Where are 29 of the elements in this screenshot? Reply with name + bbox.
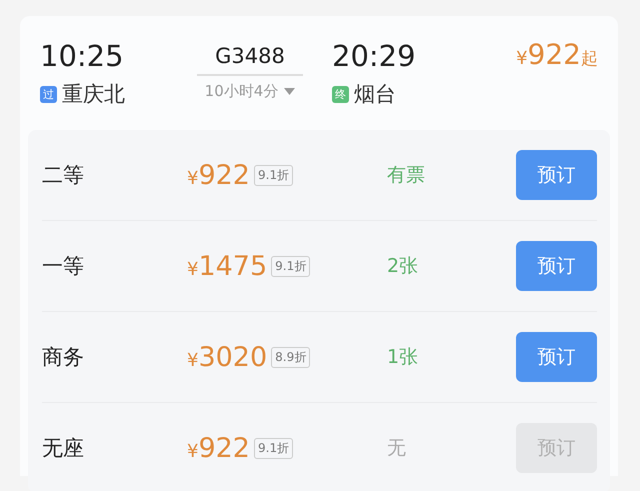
seat-price: ¥3020 — [187, 342, 268, 372]
book-button[interactable]: 预订 — [516, 150, 597, 200]
seat-price: ¥1475 — [187, 250, 268, 282]
ticket-availability: 1张 — [387, 345, 420, 370]
arrival-time: 20:29 — [331, 38, 417, 74]
caret-icon — [284, 88, 296, 95]
departure-time: 10:25 — [40, 38, 125, 74]
starting-price: ¥922起 — [515, 38, 598, 73]
seat-class: 商务 — [42, 344, 85, 371]
seat-class: 一等 — [42, 253, 85, 280]
ticket-availability: 2张 — [387, 254, 420, 279]
seat-price: ¥922 — [187, 160, 250, 190]
book-button[interactable]: 预订 — [516, 332, 597, 382]
seat-class: 二等 — [42, 162, 85, 189]
discount-badge: 9.1折 — [254, 438, 294, 458]
departure-station: 重庆北 — [62, 81, 125, 108]
pass-through-badge: 过 — [40, 86, 57, 102]
ticket-availability: 无 — [387, 436, 407, 461]
book-button[interactable]: 预订 — [516, 241, 597, 291]
arrival-station: 烟台 — [354, 81, 396, 108]
discount-badge: 8.9折 — [271, 346, 310, 368]
discount-badge: 9.1折 — [254, 164, 294, 186]
discount-badge: 9.1折 — [271, 256, 310, 276]
train-number: G3488 — [197, 38, 303, 76]
ticket-availability: 有票 — [387, 163, 426, 188]
terminal-badge: 终 — [332, 86, 349, 102]
seat-price: ¥922 — [187, 432, 250, 464]
duration-toggle[interactable]: 10小时4分 — [204, 82, 296, 101]
seat-class: 无座 — [42, 435, 85, 462]
